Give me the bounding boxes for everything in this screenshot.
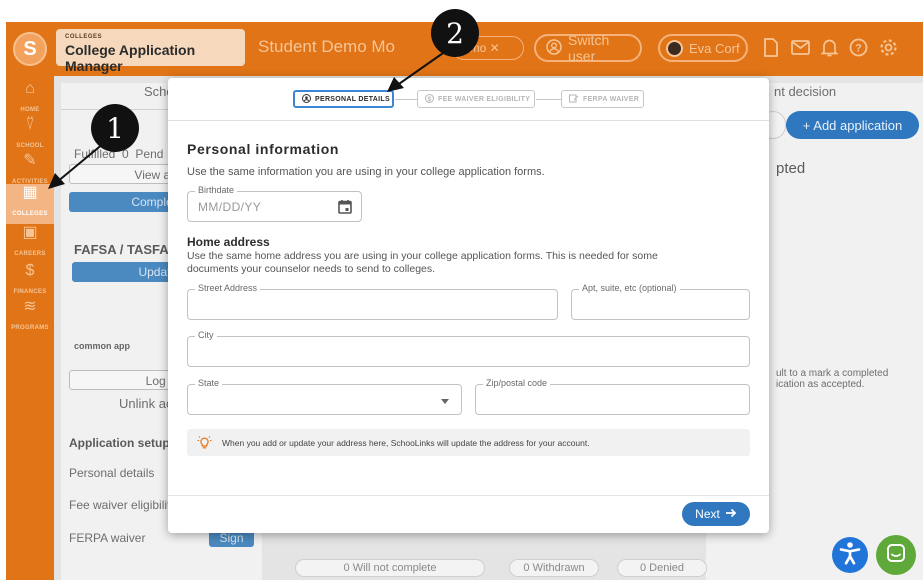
zip-code-field[interactable]: Zip/postal code (475, 378, 750, 415)
fafsa-title: FAFSA / TASFA (74, 242, 169, 257)
activities-icon: ✎ (23, 152, 37, 169)
stepper: PERSONAL DETAILS $ FEE WAIVER ELIGIBILIT… (168, 78, 769, 121)
user-circle-icon (546, 38, 562, 58)
step-connector (395, 99, 417, 100)
will-not-complete-pill[interactable]: 0 Will not complete (295, 559, 485, 577)
app-category-label: COLLEGES (65, 34, 103, 40)
unlink-link[interactable]: Unlink ac (119, 396, 172, 411)
home-icon: ⌂ (25, 80, 35, 97)
state-select[interactable]: State (187, 378, 462, 415)
callout-two: 2 (431, 9, 479, 57)
setup-item[interactable]: FERPA waiver (69, 531, 145, 545)
accepted-hint: ication as accepted. (776, 379, 865, 390)
add-application-button[interactable]: + Add application (786, 111, 919, 139)
calendar-icon[interactable] (338, 199, 352, 214)
apt-suite-field[interactable]: Apt, suite, etc (optional) (571, 283, 750, 320)
dollar-icon: $ (425, 93, 434, 105)
demo-student-title: Student Demo Mo (258, 37, 396, 56)
chat-icon (887, 543, 905, 567)
arrow-right-icon (725, 507, 737, 521)
svg-text:$: $ (428, 97, 432, 103)
callout-one: 1 (91, 104, 139, 152)
field-label: Street Address (195, 283, 261, 293)
accessibility-button[interactable] (832, 537, 868, 573)
city-field[interactable]: City (187, 330, 750, 367)
home-address-description: Use the same home address you are using … (187, 250, 658, 275)
field-label: City (195, 330, 217, 340)
address-update-notice: When you add or update your address here… (187, 429, 750, 456)
svg-text:?: ? (855, 42, 862, 54)
birthdate-field[interactable]: Birthdate MM/DD/YY (187, 185, 362, 222)
denied-pill[interactable]: 0 Denied (617, 559, 707, 577)
setup-item[interactable]: Fee waiver eligibility (69, 498, 176, 512)
step-ferpa-waiver[interactable]: FERPA WAIVER (561, 90, 644, 108)
colleges-icon: ▦ (22, 184, 38, 201)
nav-item-careers[interactable]: ▣ CAREERS (6, 224, 54, 264)
next-label: Next (695, 507, 720, 521)
notice-text: When you add or update your address here… (222, 437, 590, 448)
finances-icon: $ (25, 262, 35, 279)
chevron-down-icon (441, 399, 449, 404)
section-title: Personal information (187, 141, 340, 157)
step-personal-details[interactable]: PERSONAL DETAILS (293, 90, 394, 108)
application-setup-title: Application setup (69, 436, 170, 450)
nav-item-programs[interactable]: ≋ PROGRAMS (6, 298, 54, 338)
switch-user-button[interactable]: Switch user (534, 32, 642, 64)
decision-tab[interactable]: nt decision (774, 84, 836, 99)
person-icon (302, 93, 311, 105)
help-icon[interactable]: ? (848, 37, 868, 57)
field-label: State (195, 378, 223, 388)
personal-details-modal: PERSONAL DETAILS $ FEE WAIVER ELIGIBILIT… (168, 78, 769, 533)
lightbulb-icon (197, 435, 212, 451)
section-subtitle: Use the same information you are using i… (187, 166, 545, 178)
field-label: Birthdate (195, 185, 238, 195)
left-nav: ⌂ HOME ⍢ SCHOOL ✎ ACTIVITIES ▦ COLLEGES … (6, 76, 54, 580)
schoolinks-logo-icon[interactable]: S (13, 32, 47, 66)
field-label: Zip/postal code (483, 378, 551, 388)
nav-item-home[interactable]: ⌂ HOME (6, 80, 54, 120)
accepted-hint: ult to a mark a completed (776, 368, 889, 379)
nav-item-finances[interactable]: $ FINANCES (6, 262, 54, 302)
settings-icon[interactable] (878, 37, 898, 57)
nav-item-colleges[interactable]: ▦ COLLEGES (6, 184, 54, 224)
divider (168, 495, 769, 496)
field-label: Apt, suite, etc (optional) (579, 283, 680, 293)
programs-icon: ≋ (23, 298, 37, 315)
nav-item-school[interactable]: ⍢ SCHOOL (6, 116, 54, 156)
accepted-title: pted (776, 160, 806, 177)
accessibility-icon (839, 541, 861, 570)
bell-icon[interactable] (819, 37, 839, 57)
setup-item[interactable]: Personal details (69, 466, 154, 480)
user-name: Eva Corf (689, 40, 740, 56)
sign-icon (569, 94, 579, 105)
step-connector (536, 99, 561, 100)
mail-icon[interactable] (790, 37, 810, 57)
street-address-field[interactable]: Street Address (187, 283, 558, 320)
document-icon[interactable] (761, 37, 781, 57)
next-button[interactable]: Next (682, 502, 750, 526)
step-fee-waiver[interactable]: $ FEE WAIVER ELIGIBILITY (417, 90, 535, 108)
app-switcher[interactable]: COLLEGES College Application Manager (56, 29, 245, 74)
user-menu[interactable]: Eva Corf (658, 34, 748, 62)
commonapp-logo: common app (74, 341, 131, 351)
careers-icon: ▣ (22, 224, 38, 241)
birthdate-placeholder: MM/DD/YY (198, 200, 262, 214)
home-address-title: Home address (187, 235, 270, 249)
chat-button[interactable] (876, 535, 916, 575)
switch-user-label: Switch user (568, 32, 610, 64)
app-name-label: College Application Manager (65, 42, 196, 74)
withdrawn-pill[interactable]: 0 Withdrawn (509, 559, 599, 577)
avatar (666, 39, 683, 57)
school-icon: ⍢ (25, 116, 35, 133)
